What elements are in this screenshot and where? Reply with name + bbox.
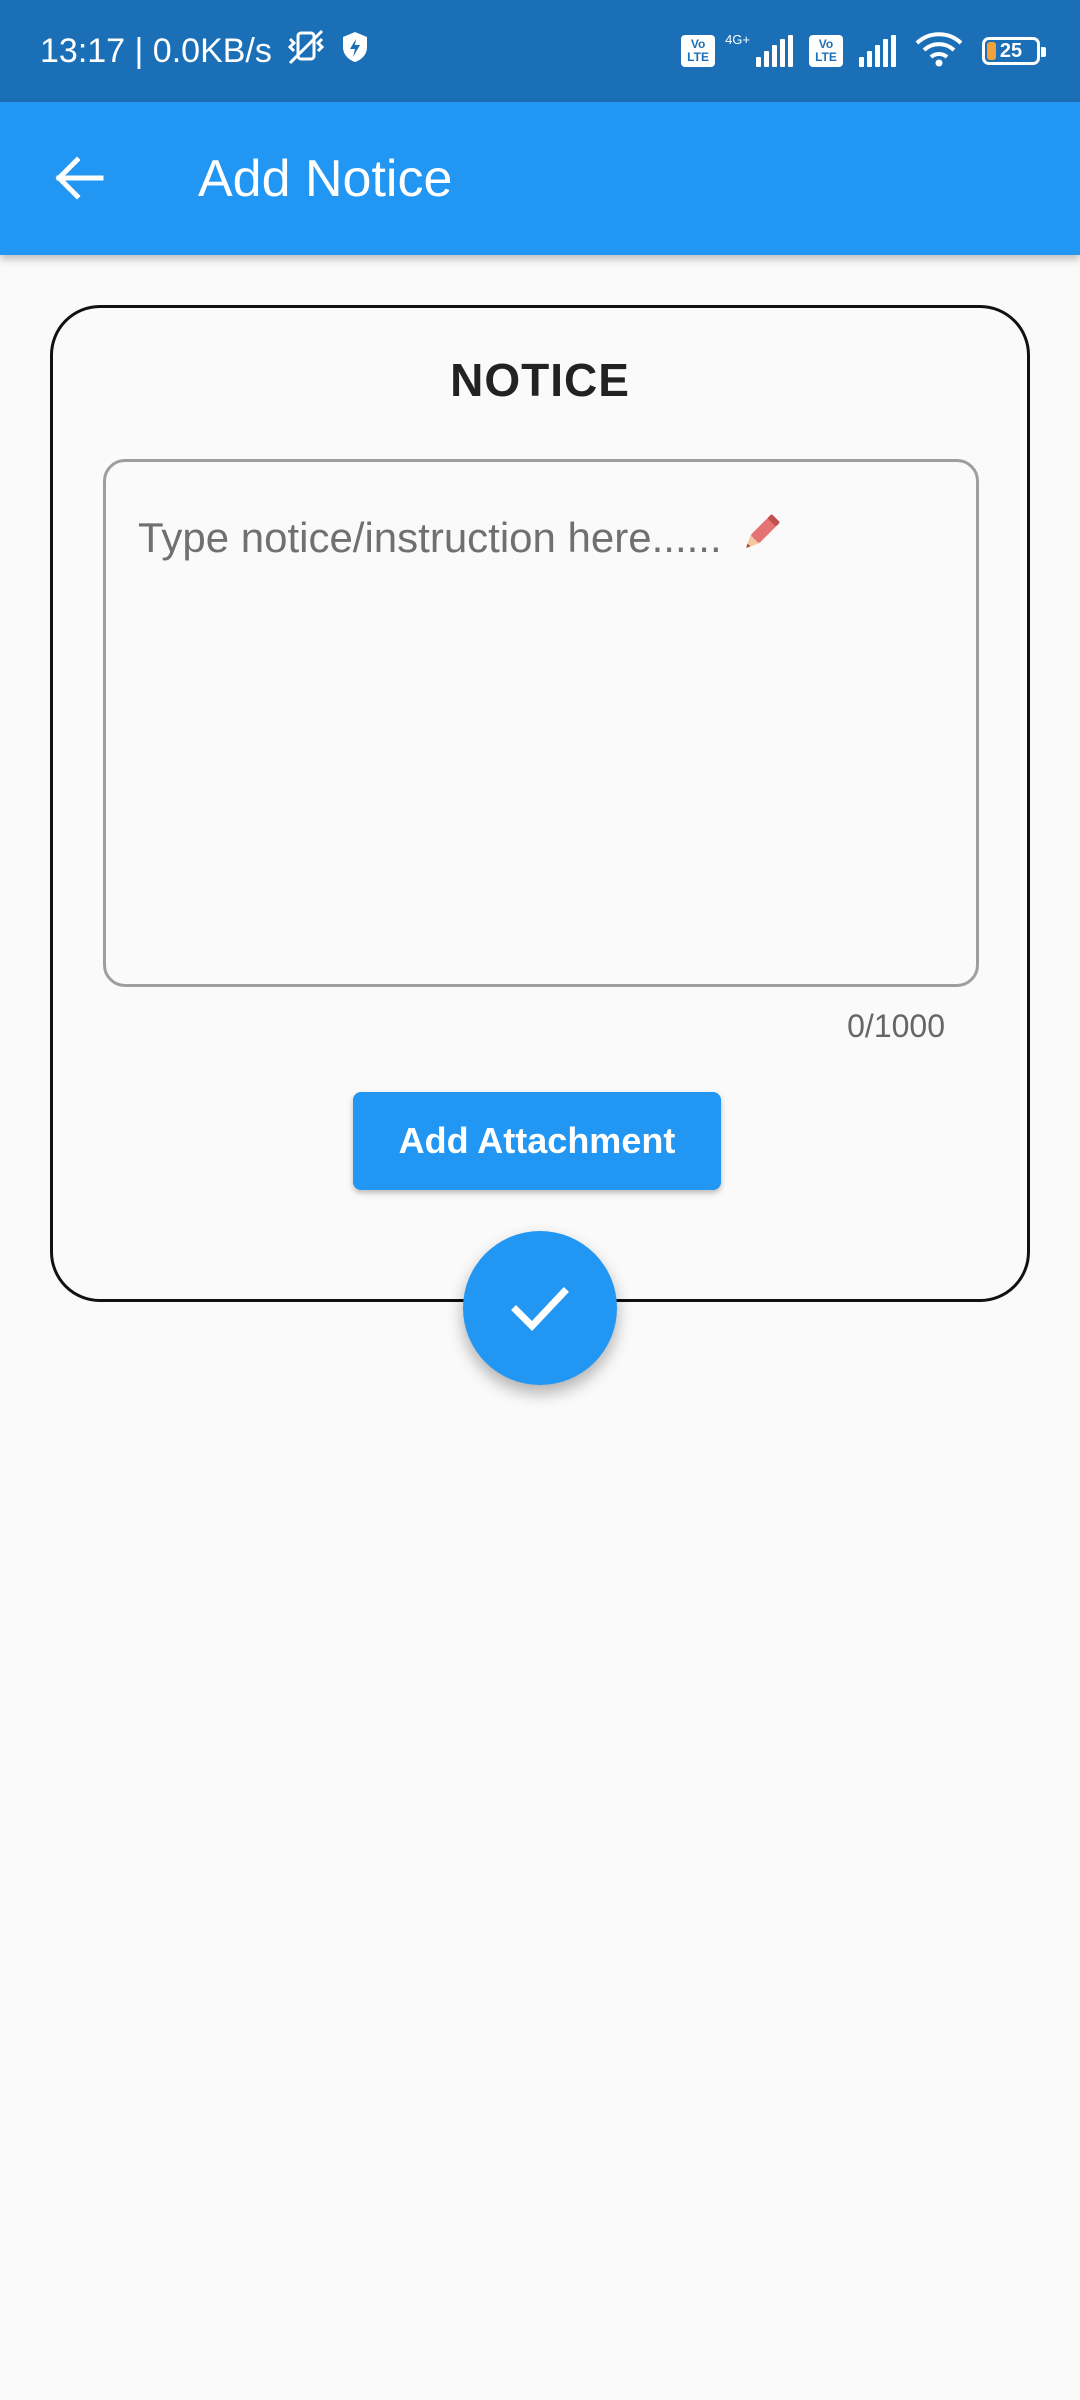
back-button[interactable] xyxy=(40,138,120,218)
shield-bolt-icon xyxy=(340,30,370,73)
signal-4g-icon xyxy=(756,35,793,67)
volte-icon: Vo LTE xyxy=(809,35,843,67)
battery-fill xyxy=(987,42,996,60)
battery-level: 25 xyxy=(999,39,1023,62)
pencil-icon xyxy=(736,508,786,568)
notice-textarea[interactable]: Type notice/instruction here...... xyxy=(103,459,979,987)
app-bar: Add Notice xyxy=(0,102,1080,255)
status-left: 13:17 | 0.0KB/s xyxy=(40,0,370,102)
volte-bottom-label: LTE xyxy=(687,50,709,64)
notice-card: NOTICE Type notice/instruction here.....… xyxy=(50,305,1030,1302)
status-bar: 13:17 | 0.0KB/s Vo LTE 4G+ Vo LTE 25 xyxy=(0,0,1080,102)
volte-bottom-label: LTE xyxy=(815,50,837,64)
status-time-speed: 13:17 | 0.0KB/s xyxy=(40,31,272,70)
card-title: NOTICE xyxy=(450,354,630,406)
arrow-back-icon xyxy=(55,156,104,200)
signal-icon xyxy=(859,35,896,67)
submit-fab[interactable] xyxy=(463,1231,617,1385)
battery-nub xyxy=(1041,47,1046,57)
character-counter: 0/1000 xyxy=(847,1008,945,1044)
notice-placeholder: Type notice/instruction here...... xyxy=(138,508,786,568)
add-attachment-button[interactable]: Add Attachment xyxy=(353,1092,721,1190)
network-type-label: 4G+ xyxy=(725,31,750,47)
volte-icon: Vo LTE xyxy=(681,35,716,67)
vibrate-off-icon xyxy=(284,27,328,76)
status-right: Vo LTE 4G+ Vo LTE 25 xyxy=(681,0,1046,102)
wifi-icon xyxy=(914,31,964,72)
check-icon xyxy=(511,1287,569,1332)
battery-icon: 25 xyxy=(982,37,1046,65)
page-title: Add Notice xyxy=(198,149,453,208)
placeholder-text: Type notice/instruction here...... xyxy=(138,514,722,561)
